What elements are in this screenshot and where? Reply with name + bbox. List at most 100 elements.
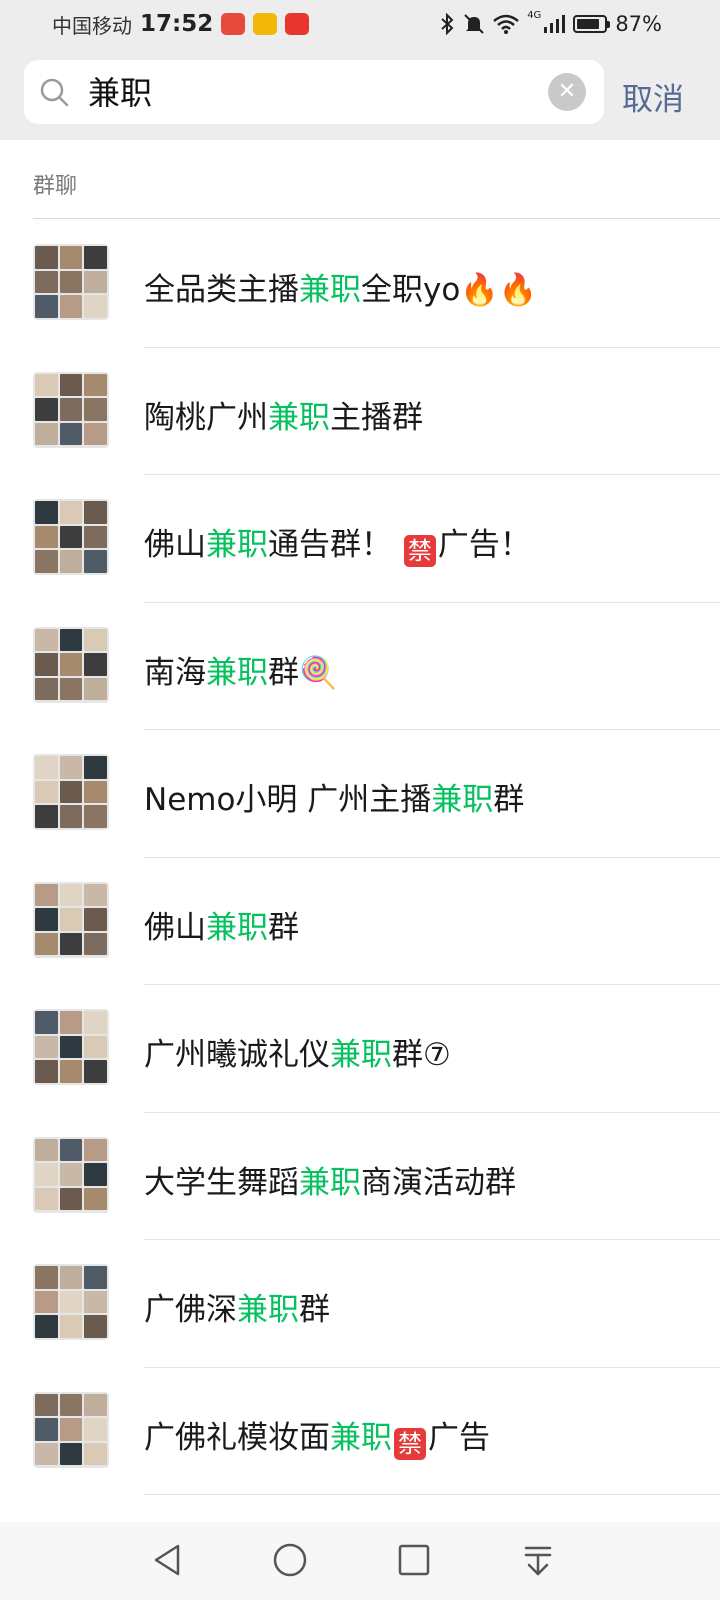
group-list-item[interactable]: 广佛深兼职群 bbox=[0, 1240, 720, 1368]
section-divider bbox=[33, 218, 720, 219]
search-keyword-highlight: 兼职 bbox=[206, 909, 268, 946]
group-name-suffix: 群⑦ bbox=[392, 1037, 451, 1073]
list-divider bbox=[144, 1494, 720, 1495]
group-list-item[interactable]: 陶桃广州兼职主播群 bbox=[0, 348, 720, 475]
member-avatar-thumb bbox=[84, 501, 107, 524]
group-list-item[interactable]: 南海兼职群🍭 bbox=[0, 603, 720, 730]
member-avatar-thumb bbox=[35, 525, 58, 549]
search-box[interactable]: ✕ bbox=[24, 60, 604, 124]
member-avatar-thumb bbox=[84, 270, 107, 294]
member-avatar-thumb bbox=[84, 1418, 107, 1441]
group-list-item[interactable]: 佛山兼职群 bbox=[0, 858, 720, 985]
group-list-item[interactable]: 大学生舞蹈兼职商演活动群 bbox=[0, 1113, 720, 1240]
member-avatar-thumb bbox=[84, 1315, 107, 1338]
member-avatar-thumb bbox=[84, 1163, 107, 1186]
member-avatar-thumb bbox=[59, 1163, 83, 1186]
member-avatar-thumb bbox=[35, 805, 58, 828]
battery-percent: 87% bbox=[615, 12, 662, 36]
member-avatar-thumb bbox=[59, 1418, 83, 1441]
member-avatar-thumb bbox=[35, 550, 58, 573]
member-avatar-thumb bbox=[84, 883, 107, 907]
member-avatar-thumb bbox=[84, 550, 107, 573]
carrier-name: 中国移动 bbox=[52, 13, 132, 38]
search-input[interactable] bbox=[86, 68, 530, 118]
group-list-item[interactable]: 广州曦诚礼仪兼职群⑦ bbox=[0, 985, 720, 1113]
cancel-button[interactable]: 取消 bbox=[622, 74, 684, 119]
group-list-item[interactable]: Nemo小明 广州主播兼职群 bbox=[0, 730, 720, 858]
member-avatar-thumb bbox=[35, 1266, 58, 1289]
group-name-suffix: 通告群！ bbox=[268, 527, 402, 563]
group-avatar bbox=[33, 1009, 109, 1085]
group-avatar bbox=[33, 881, 109, 958]
status-bar: 中国移动 17:52 4G 87% bbox=[0, 0, 720, 46]
back-nav-button[interactable] bbox=[148, 1540, 188, 1580]
recents-square-icon bbox=[398, 1544, 430, 1576]
member-avatar-thumb bbox=[59, 270, 83, 294]
member-avatar-thumb bbox=[35, 1163, 58, 1186]
member-avatar-thumb bbox=[35, 1035, 58, 1059]
member-avatar-thumb bbox=[84, 1035, 107, 1059]
signal-icon bbox=[544, 15, 566, 33]
member-avatar-thumb bbox=[84, 1442, 107, 1466]
ban-emoji-badge: 禁 bbox=[403, 535, 436, 567]
member-avatar-thumb bbox=[84, 422, 107, 446]
member-avatar-thumb bbox=[84, 1393, 107, 1417]
member-avatar-thumb bbox=[35, 398, 58, 421]
group-name: Nemo小明 广州主播兼职群 bbox=[144, 774, 524, 819]
member-avatar-thumb bbox=[35, 628, 58, 652]
search-bar: ✕ 取消 bbox=[0, 46, 720, 140]
member-avatar-thumb bbox=[59, 1011, 83, 1034]
network-type: 4G bbox=[527, 10, 542, 21]
member-avatar-thumb bbox=[35, 373, 58, 397]
member-avatar-thumb bbox=[59, 1060, 83, 1083]
group-name: 大学生舞蹈兼职商演活动群 bbox=[144, 1157, 516, 1202]
group-name-prefix: 大学生舞蹈 bbox=[144, 1164, 299, 1201]
group-avatar bbox=[33, 626, 109, 703]
member-avatar-thumb bbox=[35, 883, 58, 907]
group-list-item[interactable]: 佛山兼职通告群！ 禁广告！ bbox=[0, 475, 720, 603]
group-name-prefix: 广佛礼模妆面 bbox=[144, 1419, 330, 1456]
member-avatar-thumb bbox=[59, 1315, 83, 1338]
group-name: 南海兼职群🍭 bbox=[144, 647, 338, 692]
member-avatar-thumb bbox=[59, 628, 83, 652]
member-avatar-thumb bbox=[59, 780, 83, 804]
member-avatar-thumb bbox=[59, 1393, 83, 1417]
group-name: 全品类主播兼职全职yo🔥🔥 bbox=[144, 264, 538, 309]
member-avatar-thumb bbox=[59, 295, 83, 318]
recents-nav-button[interactable] bbox=[394, 1540, 434, 1580]
battery-level bbox=[577, 19, 600, 29]
search-icon bbox=[40, 78, 69, 107]
search-keyword-highlight: 兼职 bbox=[330, 1037, 392, 1073]
group-avatar bbox=[33, 499, 109, 575]
system-nav-bar bbox=[0, 1522, 720, 1600]
group-name-prefix: 广州曦诚礼仪 bbox=[144, 1037, 330, 1073]
member-avatar-thumb bbox=[84, 780, 107, 804]
group-list-item[interactable]: 广佛礼模妆面兼职禁广告 bbox=[0, 1368, 720, 1495]
member-avatar-thumb bbox=[35, 1290, 58, 1314]
ban-emoji-badge: 禁 bbox=[394, 1427, 426, 1460]
clear-search-button[interactable]: ✕ bbox=[548, 73, 586, 111]
pull-down-icon bbox=[524, 1546, 552, 1576]
group-avatar bbox=[33, 1264, 109, 1340]
group-name-prefix: Nemo小明 广州主播 bbox=[144, 782, 432, 818]
notification-app-icon bbox=[221, 13, 246, 35]
home-nav-button[interactable] bbox=[270, 1540, 310, 1580]
member-avatar-thumb bbox=[59, 525, 83, 549]
notification-pulldown-button[interactable] bbox=[518, 1540, 558, 1580]
home-circle-icon bbox=[273, 1543, 307, 1577]
member-avatar-thumb bbox=[59, 398, 83, 421]
notification-app-icon bbox=[285, 13, 310, 35]
member-avatar-thumb bbox=[59, 883, 83, 907]
member-avatar-thumb bbox=[35, 756, 58, 779]
search-keyword-highlight: 兼职 bbox=[237, 1292, 299, 1328]
member-avatar-thumb bbox=[59, 1035, 83, 1059]
member-avatar-thumb bbox=[59, 908, 83, 931]
clock: 17:52 bbox=[140, 11, 214, 37]
member-avatar-thumb bbox=[35, 1393, 58, 1417]
member-avatar-thumb bbox=[59, 373, 83, 397]
group-name-prefix: 佛山 bbox=[144, 909, 206, 946]
group-name-suffix: 主播群 bbox=[330, 399, 423, 436]
group-list-item[interactable]: 全品类主播兼职全职yo🔥🔥 bbox=[0, 220, 720, 348]
member-avatar-thumb bbox=[35, 295, 58, 318]
mute-icon bbox=[464, 14, 484, 34]
